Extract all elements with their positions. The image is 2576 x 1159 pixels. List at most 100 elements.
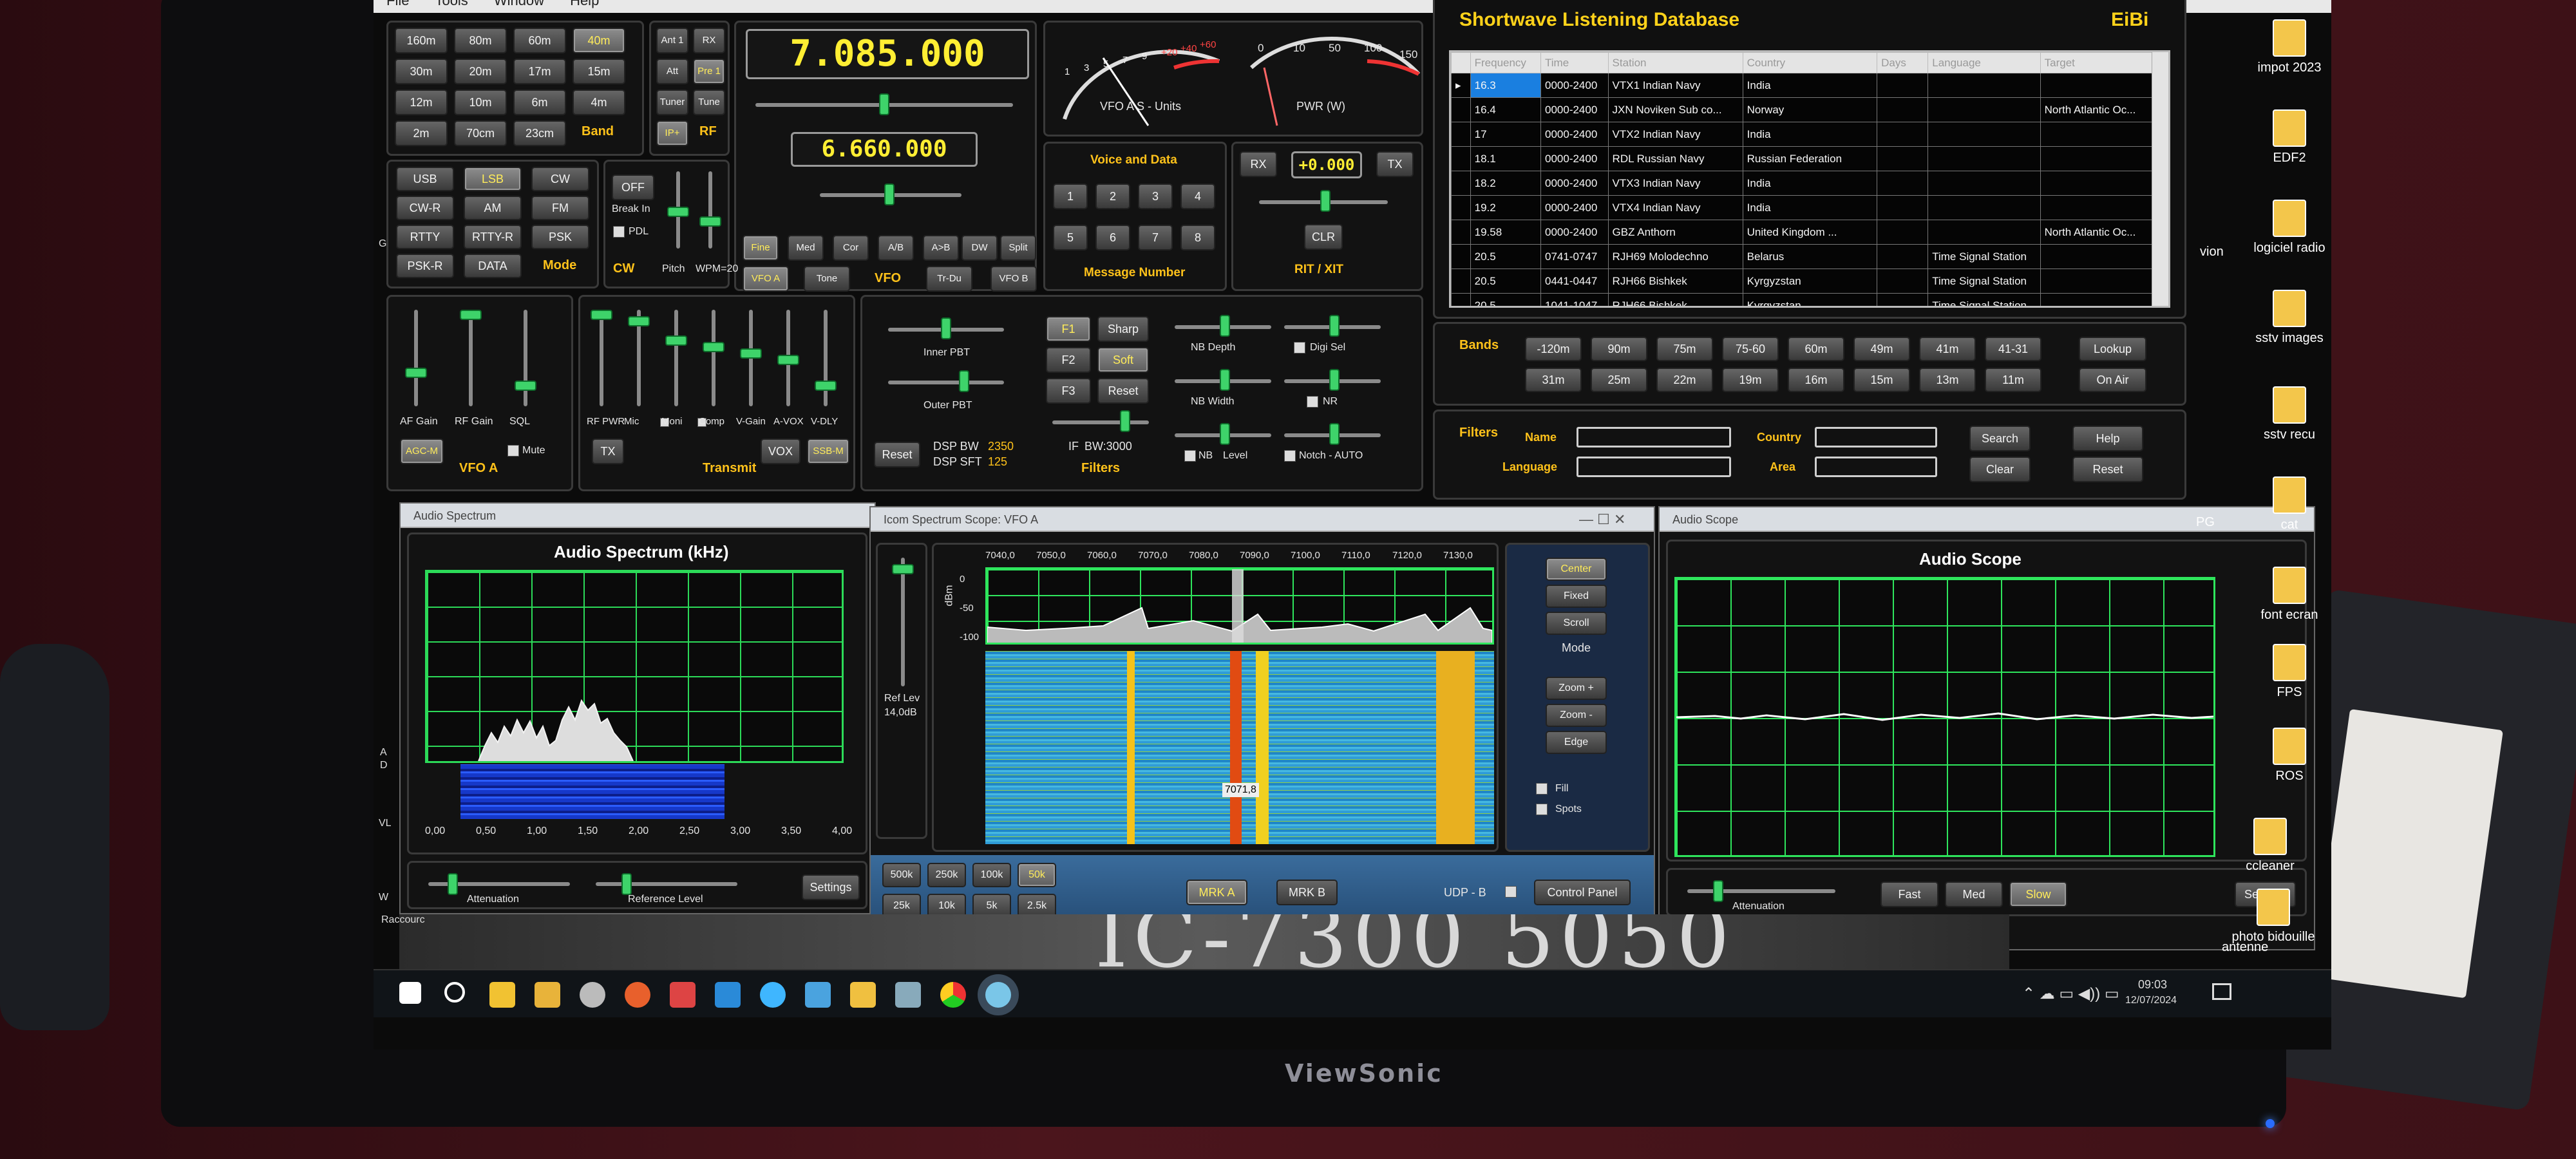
- db-row[interactable]: 19.58 0000-2400 GBZ Anthorn United Kingdom …: [1451, 220, 2154, 245]
- band-button-40m[interactable]: 40m: [573, 28, 625, 53]
- band-button-30m[interactable]: 30m: [395, 59, 448, 84]
- sub-tuning-knob[interactable]: [884, 184, 895, 205]
- control-panel-button[interactable]: Control Panel: [1534, 880, 1631, 905]
- pbt-reset-button[interactable]: Reset: [874, 442, 920, 467]
- mail-icon[interactable]: [805, 982, 831, 1008]
- message-button-4[interactable]: 4: [1180, 184, 1215, 209]
- app-icon-blue[interactable]: [715, 982, 741, 1008]
- desktop-icon-cat[interactable]: cat: [2241, 476, 2331, 532]
- if-bw-slider[interactable]: [1052, 420, 1149, 424]
- ref-level-knob[interactable]: [892, 564, 914, 574]
- if-bw-knob[interactable]: [1120, 410, 1130, 432]
- vfo-button-cor[interactable]: Cor: [833, 235, 869, 261]
- message-button-5[interactable]: 5: [1053, 225, 1088, 250]
- on-air-button[interactable]: On Air: [2079, 368, 2146, 392]
- med-button[interactable]: Med: [1945, 881, 2003, 907]
- menu-tools[interactable]: Tools: [435, 0, 468, 8]
- db-row[interactable]: 20.5 1041-1047 RJH66 Bishkek Kyrgyzstan Time…: [1451, 293, 2154, 306]
- country-field[interactable]: [1815, 427, 1937, 448]
- tx-slider-comp[interactable]: [712, 310, 715, 406]
- rf-button-pre-1[interactable]: Pre 1: [693, 59, 725, 84]
- message-button-2[interactable]: 2: [1095, 184, 1130, 209]
- message-button-6[interactable]: 6: [1095, 225, 1130, 250]
- tx-slider-rf-pwr[interactable]: [600, 310, 603, 406]
- vfo-button-tr-du[interactable]: Tr-Du: [926, 266, 972, 292]
- db-col-frequency[interactable]: Frequency: [1470, 52, 1542, 73]
- desktop-icon-logiciel-radio[interactable]: logiciel radio: [2241, 200, 2331, 256]
- edge-button[interactable]: Edge: [1546, 731, 1607, 754]
- vfo-button-tone[interactable]: Tone: [804, 266, 850, 292]
- band-filter-16m[interactable]: 16m: [1788, 368, 1844, 392]
- marker-b-button[interactable]: MRK B: [1276, 880, 1338, 905]
- nb-level-knob[interactable]: [1220, 423, 1230, 445]
- span-button-250k[interactable]: 250k: [927, 863, 966, 887]
- mode-button-data[interactable]: DATA: [464, 254, 522, 278]
- attenuation-knob[interactable]: [448, 873, 458, 895]
- audio-scope-attenuation-knob[interactable]: [1713, 880, 1723, 902]
- scope-mode-center[interactable]: Center: [1546, 558, 1607, 581]
- row-selector[interactable]: [1451, 122, 1471, 147]
- fill-checkbox[interactable]: [1536, 783, 1548, 795]
- rit-knob[interactable]: [1320, 190, 1331, 212]
- vox-button[interactable]: VOX: [761, 438, 800, 464]
- desktop-icon-sstv-images[interactable]: sstv images: [2241, 290, 2331, 346]
- vfoa-knob-rf-gain[interactable]: [460, 310, 482, 320]
- rit-rx-button[interactable]: RX: [1240, 151, 1277, 177]
- mode-button-cw-r[interactable]: CW-R: [396, 196, 454, 220]
- mode-button-rtty-r[interactable]: RTTY-R: [464, 225, 522, 249]
- vfo-button-a-b[interactable]: A/B: [878, 235, 914, 261]
- desktop-icon-fps[interactable]: FPS: [2241, 644, 2331, 700]
- band-button-15m[interactable]: 15m: [573, 59, 625, 84]
- reference-knob[interactable]: [621, 873, 632, 895]
- rf-button-tuner[interactable]: Tuner: [656, 90, 688, 115]
- tx-knob-v-dly[interactable]: [815, 381, 837, 391]
- slow-button[interactable]: Slow: [2009, 881, 2067, 907]
- clock-date[interactable]: 12/07/2024: [2125, 995, 2177, 1006]
- rit-clear-button[interactable]: CLR: [1304, 224, 1343, 250]
- rf-button-att[interactable]: Att: [656, 59, 688, 84]
- span-button-50k[interactable]: 50k: [1018, 863, 1056, 887]
- nr-knob[interactable]: [1329, 369, 1340, 391]
- help-button[interactable]: Help: [2072, 426, 2143, 451]
- row-selector[interactable]: [1451, 97, 1471, 122]
- vfoa-knob-sql[interactable]: [515, 381, 536, 391]
- chrome-icon[interactable]: [940, 982, 966, 1008]
- search-button[interactable]: Search: [1969, 426, 2031, 451]
- folder-icon[interactable]: [535, 982, 560, 1008]
- digi-sel-checkbox[interactable]: [1294, 342, 1305, 353]
- tx-slider-v-dly[interactable]: [824, 310, 828, 406]
- marker-a-button[interactable]: MRK A: [1186, 880, 1247, 905]
- band-button-6m[interactable]: 6m: [513, 90, 566, 115]
- rit-tx-button[interactable]: TX: [1376, 151, 1414, 177]
- agc-button[interactable]: AGC-M: [400, 438, 444, 464]
- band-filter-60m[interactable]: 60m: [1788, 337, 1844, 361]
- message-button-1[interactable]: 1: [1053, 184, 1088, 209]
- db-scrollbar[interactable]: [2152, 52, 2168, 306]
- menu-file[interactable]: File: [386, 0, 409, 8]
- rf-button-ip[interactable]: IP+: [656, 120, 688, 146]
- message-button-7[interactable]: 7: [1138, 225, 1173, 250]
- desktop-icon-impot-2023[interactable]: impot 2023: [2241, 19, 2331, 75]
- app-icon-grey[interactable]: [895, 982, 921, 1008]
- outer-pbt-knob[interactable]: [959, 370, 969, 392]
- sharp-button[interactable]: Sharp: [1097, 316, 1149, 342]
- tx-knob-v-gain[interactable]: [740, 348, 762, 359]
- vfoa-slider-sql[interactable]: [524, 310, 527, 406]
- band-filter-41m[interactable]: 41m: [1919, 337, 1976, 361]
- desktop-icon-edf2[interactable]: EDF2: [2241, 109, 2331, 165]
- vfoa-slider-af-gain[interactable]: [414, 310, 418, 406]
- audio-scope-titlebar[interactable]: Audio Scope: [1660, 507, 2314, 532]
- desktop-icon-ccleaner[interactable]: ccleaner: [2222, 818, 2318, 874]
- f3-button[interactable]: F3: [1046, 378, 1091, 404]
- row-selector[interactable]: [1451, 220, 1471, 245]
- tray-icons[interactable]: ⌃ ☁ ▭ ◀)) ▭: [2022, 985, 2119, 1003]
- firefox-icon[interactable]: [625, 982, 650, 1008]
- audio-spectrum-settings-button[interactable]: Settings: [802, 874, 860, 900]
- vfo-button-split[interactable]: Split: [1000, 235, 1036, 261]
- db-row[interactable]: 18.2 0000-2400 VTX3 Indian Navy India: [1451, 171, 2154, 196]
- main-tuning-knob[interactable]: [879, 93, 889, 115]
- tx-knob-rf-pwr[interactable]: [591, 310, 612, 320]
- ref-level-slider[interactable]: [901, 558, 905, 686]
- band-filter-75-60[interactable]: 75-60: [1722, 337, 1779, 361]
- band-button-4m[interactable]: 4m: [573, 90, 625, 115]
